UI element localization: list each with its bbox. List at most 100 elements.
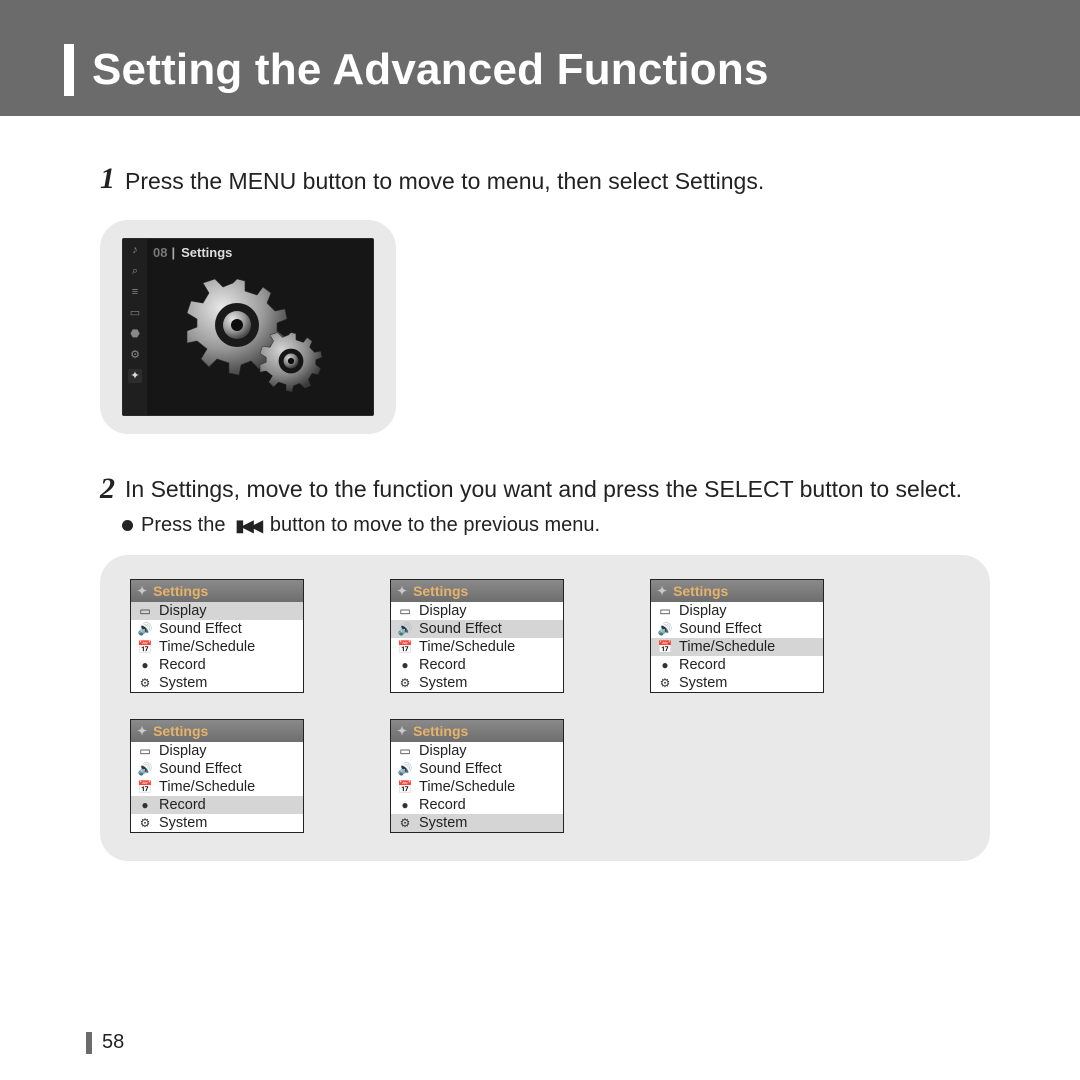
settings-menu-item[interactable]: ● Record xyxy=(651,656,823,674)
device-header-label: Settings xyxy=(181,245,232,260)
menu-item-icon: ▭ xyxy=(397,744,413,758)
settings-menu-item[interactable]: ⚙System xyxy=(131,814,303,832)
settings-menu-item[interactable]: ⚙System xyxy=(131,674,303,692)
menu-item-icon: ▭ xyxy=(657,604,673,618)
substep-bullet: Press the ▮◀◀ button to move to the prev… xyxy=(122,514,990,537)
menu-item-label: Display xyxy=(419,743,467,759)
settings-menu-item[interactable]: ⚙System xyxy=(391,674,563,692)
settings-panel: ✦Settings ▭ Display🔊Sound Effect 📅 Time/Sche… xyxy=(130,719,304,833)
gear-icon: ✦ xyxy=(137,584,147,598)
menu-item-icon: 📅 xyxy=(137,780,153,794)
menu-item-label: System xyxy=(159,675,207,691)
menu-item-label: Record xyxy=(159,797,206,813)
menu-item-label: Time/Schedule xyxy=(159,779,255,795)
settings-menu-item[interactable]: ▭ Display xyxy=(391,602,563,620)
settings-panel-list: ▭ Display🔊Sound Effect 📅 Time/Schedule ● Reco… xyxy=(651,602,823,692)
step-2-text: In Settings, move to the function you wa… xyxy=(125,474,962,504)
menu-item-icon: ⚙ xyxy=(397,816,413,830)
device-header-sep: | xyxy=(171,245,175,260)
menu-item-label: Record xyxy=(679,657,726,673)
menu-item-icon: ▭ xyxy=(137,604,153,618)
settings-menu-item[interactable]: 📅 Time/Schedule xyxy=(131,778,303,796)
menu-item-label: Display xyxy=(419,603,467,619)
top-grey-bar xyxy=(0,0,1080,30)
settings-panel-header-label: Settings xyxy=(153,583,208,599)
step-1-text: Press the MENU button to move to menu, t… xyxy=(125,164,764,196)
settings-menu-item[interactable]: ▭ Display xyxy=(131,602,303,620)
menu-item-icon: 🔊 xyxy=(397,762,413,776)
step-2-number: 2 xyxy=(100,474,115,504)
bullet-text-pre: Press the xyxy=(141,514,225,537)
settings-menu-item[interactable]: 🔊Sound Effect xyxy=(131,620,303,638)
menu-item-label: System xyxy=(159,815,207,831)
menu-item-label: Record xyxy=(419,797,466,813)
menu-item-label: Display xyxy=(159,603,207,619)
device-header-num: 08 xyxy=(153,245,167,260)
bullet-dot-icon xyxy=(122,520,133,531)
settings-panel: ✦Settings▭Display🔊Sound Effect📅Time/Sche… xyxy=(390,579,564,693)
gear-icon xyxy=(169,265,349,405)
settings-menu-item[interactable]: 📅Time/Schedule xyxy=(131,638,303,656)
settings-menu-item[interactable]: ●Record xyxy=(391,796,563,814)
menu-item-label: Sound Effect xyxy=(159,621,242,637)
settings-panel-header-label: Settings xyxy=(413,723,468,739)
menu-item-icon: 🔊 xyxy=(397,622,413,636)
device-sidebar-icon: ✦ xyxy=(128,369,142,383)
device-header: 08 | Settings xyxy=(153,245,232,260)
settings-menu-item[interactable]: 📅 Time/Schedule xyxy=(391,638,563,656)
menu-item-label: Time/Schedule xyxy=(679,639,775,655)
settings-panel-header-label: Settings xyxy=(673,583,728,599)
menu-item-icon: 📅 xyxy=(397,780,413,794)
menu-item-label: Time/Schedule xyxy=(159,639,255,655)
menu-item-icon: 🔊 xyxy=(137,762,153,776)
gear-icon: ✦ xyxy=(397,724,407,738)
menu-item-label: System xyxy=(419,815,467,831)
settings-panel-header: ✦ Settings xyxy=(131,580,303,602)
menu-item-icon: 🔊 xyxy=(657,622,673,636)
menu-item-label: Display xyxy=(159,743,207,759)
page-number-value: 58 xyxy=(102,1031,124,1054)
menu-item-label: Record xyxy=(419,657,466,673)
settings-menu-item[interactable]: 📅 Time/Schedule xyxy=(391,778,563,796)
page-number-bar xyxy=(86,1032,92,1054)
settings-menu-item[interactable]: 🔊 Sound Effect xyxy=(391,620,563,638)
menu-item-icon: ● xyxy=(657,658,673,672)
settings-menu-item[interactable]: ⚙ System xyxy=(391,814,563,832)
page-title: Setting the Advanced Functions xyxy=(92,45,769,95)
menu-item-icon: ▭ xyxy=(137,744,153,758)
settings-panel: ✦ Settings▭ Display🔊Sound Effect 📅 Time/Sche… xyxy=(390,719,564,833)
menu-item-label: System xyxy=(679,675,727,691)
menu-item-icon: ▭ xyxy=(397,604,413,618)
settings-panel-list: ▭ Display🔊Sound Effect📅Time/Schedule●Reco… xyxy=(131,602,303,692)
menu-item-icon: 📅 xyxy=(397,640,413,654)
screenshot-main-menu: ♪⌕≡▭⬣⚙✦ 08|Settings xyxy=(100,220,396,434)
menu-item-label: Time/Schedule xyxy=(419,779,515,795)
settings-menu-item[interactable]: ●Record xyxy=(131,796,303,814)
device-sidebar-icon: ♪ xyxy=(128,243,142,257)
device-sidebar: ♪⌕≡▭⬣⚙✦ xyxy=(123,239,147,415)
settings-menu-item[interactable]: ▭ Display xyxy=(131,742,303,760)
settings-menu-item[interactable]: 🔊Sound Effect xyxy=(391,760,563,778)
menu-item-icon: ⚙ xyxy=(657,676,673,690)
device-sidebar-icon: ⌕ xyxy=(128,264,142,278)
settings-menu-item[interactable]: ⚙ System xyxy=(651,674,823,692)
menu-item-label: Display xyxy=(679,603,727,619)
gear-icon: ✦ xyxy=(657,584,667,598)
settings-panel: ✦ Settings▭ Display🔊Sound Effect📅Time/Sche… xyxy=(130,579,304,693)
gear-icon: ✦ xyxy=(137,724,147,738)
device-sidebar-icon: ⚙ xyxy=(128,348,142,362)
menu-item-label: Sound Effect xyxy=(419,621,502,637)
settings-panel-header: ✦Settings xyxy=(131,720,303,742)
device-sidebar-icon: ⬣ xyxy=(128,327,142,341)
menu-item-icon: ⚙ xyxy=(397,676,413,690)
settings-menu-item[interactable]: 📅 Time/Schedule xyxy=(651,638,823,656)
settings-panel-list: ▭ Display🔊Sound Effect 📅 Time/Schedule●Reco… xyxy=(391,742,563,832)
settings-menu-item[interactable]: 🔊Sound Effect xyxy=(651,620,823,638)
settings-menu-item[interactable]: ▭ Display xyxy=(651,602,823,620)
settings-menu-item[interactable]: ●Record xyxy=(131,656,303,674)
settings-menu-item[interactable]: 🔊Sound Effect xyxy=(131,760,303,778)
settings-menu-item[interactable]: ▭ Display xyxy=(391,742,563,760)
settings-menu-item[interactable]: ●Record xyxy=(391,656,563,674)
menu-item-label: Time/Schedule xyxy=(419,639,515,655)
menu-item-icon: 📅 xyxy=(657,640,673,654)
